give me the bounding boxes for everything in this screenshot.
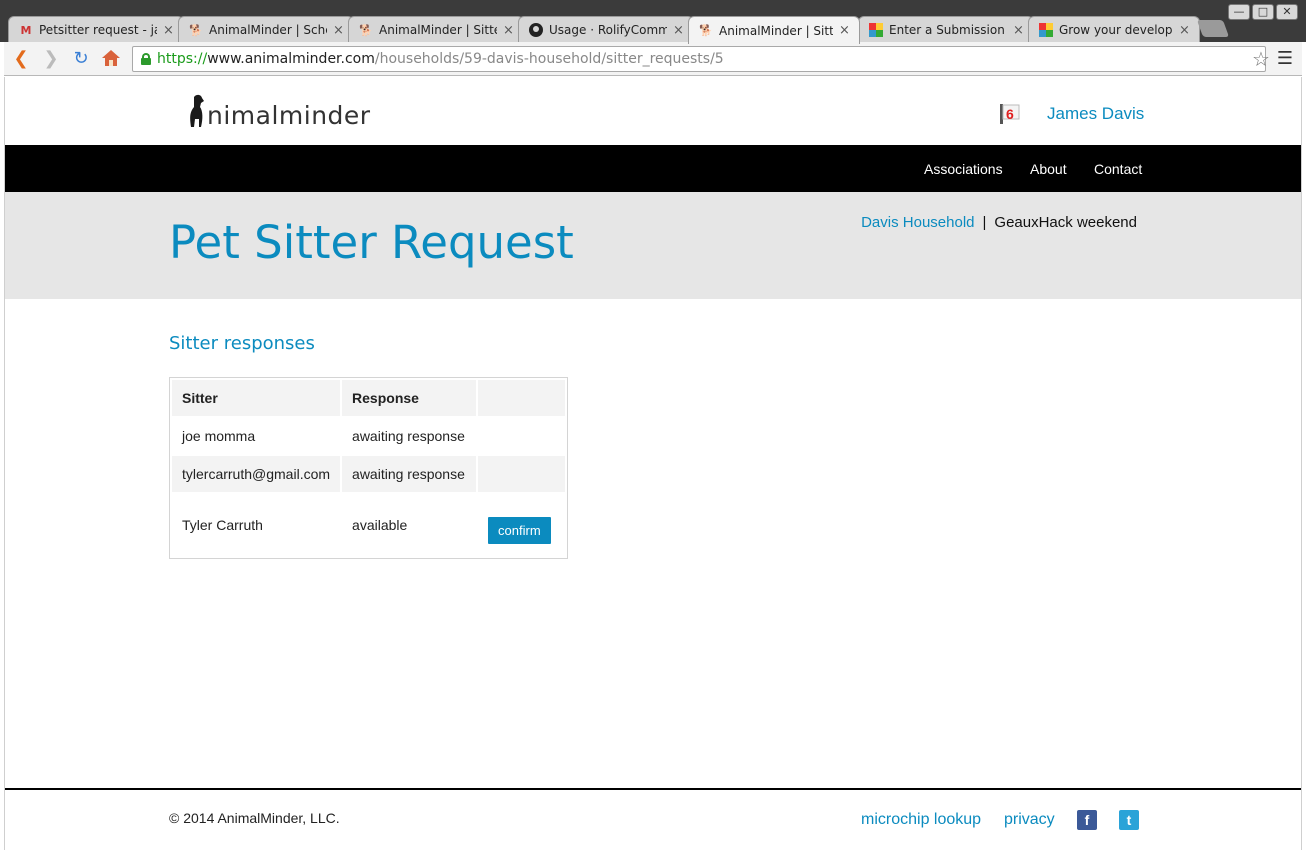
menu-icon[interactable]: ☰	[1274, 48, 1296, 70]
tab-title: AnimalMinder | Sitter	[379, 23, 497, 37]
response-status-cell: awaiting response	[342, 456, 477, 492]
response-status-cell: awaiting response	[342, 418, 477, 454]
breadcrumb: Davis Household | GeauxHack weekend	[861, 214, 1137, 231]
table-row: joe momma awaiting response	[172, 418, 565, 454]
site-footer: © 2014 AnimalMinder, LLC. microchip look…	[5, 788, 1301, 850]
column-header-response: Response	[342, 380, 477, 416]
site-header: nimalminder 6 James Davis	[5, 77, 1301, 145]
breadcrumb-current-event: GeauxHack weekend	[994, 214, 1137, 231]
sitter-name-cell: Tyler Carruth	[172, 494, 341, 556]
microchip-lookup-link[interactable]: microchip lookup	[861, 811, 981, 829]
animalminder-favicon: 🐕	[189, 23, 203, 37]
browser-toolbar: ❮ ❯ ↻ https://www.animalminder.com/house…	[4, 42, 1302, 76]
browser-tab-gmail[interactable]: M Petsitter request - jar ×	[8, 16, 184, 43]
site-logo[interactable]: nimalminder	[185, 91, 371, 131]
back-button[interactable]: ❮	[10, 48, 32, 70]
maximize-window-button[interactable]: □	[1252, 4, 1274, 20]
close-window-button[interactable]: ✕	[1276, 4, 1298, 20]
minimize-window-button[interactable]: —	[1228, 4, 1250, 20]
close-icon[interactable]: ×	[1179, 23, 1191, 38]
tab-title: AnimalMinder | Sitter	[719, 23, 833, 38]
copyright-text: © 2014 AnimalMinder, LLC.	[169, 810, 340, 826]
bookmark-star-icon[interactable]: ☆	[1250, 48, 1272, 70]
user-menu-link[interactable]: James Davis	[1047, 104, 1144, 124]
tab-title: Grow your developer	[1059, 23, 1173, 37]
sitter-responses-table: Sitter Response joe momma awaiting respo…	[169, 377, 568, 559]
devpost-icon	[869, 23, 883, 37]
browser-tab-devpost-grow[interactable]: Grow your developer ×	[1028, 16, 1200, 43]
new-tab-button[interactable]	[1196, 20, 1230, 37]
notifications-icon[interactable]: 6	[999, 103, 1021, 125]
table-row: Tyler Carruth available confirm	[172, 494, 565, 556]
column-header-action	[478, 380, 565, 416]
nav-associations-link[interactable]: Associations	[924, 161, 1003, 177]
table-header-row: Sitter Response	[172, 380, 565, 416]
reload-button[interactable]: ↻	[70, 48, 92, 70]
close-icon[interactable]: ×	[673, 23, 685, 38]
tab-title: Enter a Submission | C	[889, 23, 1007, 37]
browser-tab-devpost-submission[interactable]: Enter a Submission | C ×	[858, 16, 1034, 43]
address-bar[interactable]: https://www.animalminder.com/households/…	[132, 46, 1266, 72]
devpost-icon	[1039, 23, 1053, 37]
gmail-icon: M	[20, 23, 32, 37]
dog-logo-icon	[190, 94, 204, 127]
column-header-sitter: Sitter	[172, 380, 341, 416]
tab-title: Petsitter request - jar	[39, 23, 157, 37]
breadcrumb-separator: |	[982, 214, 987, 231]
main-navbar: Associations About Contact	[5, 145, 1301, 192]
action-cell: confirm	[478, 494, 565, 556]
facebook-icon[interactable]: f	[1077, 810, 1097, 830]
lock-icon	[141, 53, 151, 65]
response-status-cell: available	[342, 494, 477, 556]
breadcrumb-household-link[interactable]: Davis Household	[861, 214, 974, 231]
sitter-name-cell: joe momma	[172, 418, 341, 454]
forward-button[interactable]: ❯	[40, 48, 62, 70]
url-host: www.animalminder.com	[207, 51, 375, 67]
home-icon	[102, 50, 120, 66]
close-icon[interactable]: ×	[1013, 23, 1025, 38]
browser-tab-animalminder-schedule[interactable]: 🐕 AnimalMinder | Schec ×	[178, 16, 354, 43]
close-icon[interactable]: ×	[333, 23, 345, 38]
home-button[interactable]	[100, 48, 122, 70]
page-banner: Pet Sitter Request Davis Household | Gea…	[5, 192, 1301, 299]
privacy-link[interactable]: privacy	[1004, 811, 1055, 829]
animalminder-favicon: 🐕	[699, 24, 713, 37]
animalminder-favicon: 🐕	[359, 23, 373, 37]
action-cell	[478, 418, 565, 454]
browser-tab-animalminder-sitter[interactable]: 🐕 AnimalMinder | Sitter ×	[348, 16, 524, 43]
url-path: /households/59-davis-household/sitter_re…	[374, 51, 724, 67]
page-title: Pet Sitter Request	[169, 216, 574, 269]
browser-tabstrip: M Petsitter request - jar × 🐕 AnimalMind…	[0, 0, 1306, 44]
close-icon[interactable]: ×	[839, 23, 851, 38]
browser-tab-github[interactable]: Usage · RolifyCommu ×	[518, 16, 694, 43]
twitter-icon[interactable]: t	[1119, 810, 1139, 830]
table-row: tylercarruth@gmail.com awaiting response	[172, 456, 565, 492]
action-cell	[478, 456, 565, 492]
close-icon[interactable]: ×	[503, 23, 515, 38]
github-icon	[529, 23, 543, 37]
logo-text: nimalminder	[207, 101, 371, 130]
nav-contact-link[interactable]: Contact	[1094, 161, 1142, 177]
url-scheme: https://	[157, 51, 208, 67]
section-title-sitter-responses: Sitter responses	[169, 333, 315, 354]
notification-count: 6	[1006, 106, 1014, 122]
sitter-name-cell: tylercarruth@gmail.com	[172, 456, 341, 492]
tab-title: Usage · RolifyCommu	[549, 23, 667, 37]
page-viewport: nimalminder 6 James Davis Associations A…	[4, 77, 1302, 850]
browser-tab-animalminder-active[interactable]: 🐕 AnimalMinder | Sitter ×	[688, 16, 860, 44]
close-icon[interactable]: ×	[163, 23, 175, 38]
tab-title: AnimalMinder | Schec	[209, 23, 327, 37]
confirm-sitter-button[interactable]: confirm	[488, 516, 551, 544]
nav-about-link[interactable]: About	[1030, 161, 1067, 177]
